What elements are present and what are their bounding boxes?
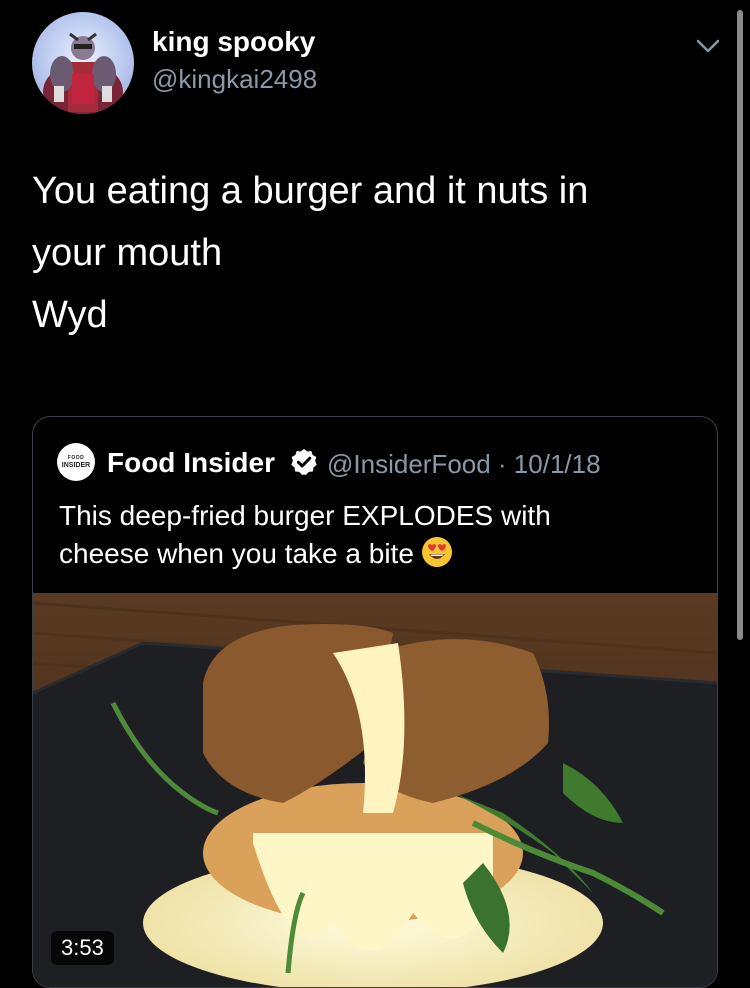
author-avatar[interactable] [32, 12, 134, 114]
tweet-text-line: Wyd [32, 294, 108, 336]
quoted-author-name[interactable]: Food Insider [107, 447, 275, 479]
logo-text-food: FOOD [67, 455, 85, 461]
tweet-text-line: You eating a burger and it nuts in [32, 170, 589, 212]
author-handle[interactable]: @kingkai2498 [152, 64, 317, 95]
tweet-text: You eating a burger and it nuts in your … [32, 160, 692, 346]
food-insider-logo[interactable]: FOOD INSIDER [57, 443, 95, 481]
quoted-text-line: This deep-fried burger EXPLODES with [59, 500, 551, 531]
quoted-handle-date[interactable]: @InsiderFood · 10/1/18 [327, 449, 601, 480]
verified-badge-icon [291, 448, 317, 475]
scrollbar[interactable] [737, 10, 743, 640]
author-name[interactable]: king spooky [152, 26, 315, 58]
logo-text-insider: INSIDER [61, 462, 91, 469]
tweet-text-line: your mouth [32, 232, 223, 274]
quoted-tweet-card[interactable]: FOOD INSIDER Food Insider @InsiderFood ·… [32, 416, 718, 988]
video-thumbnail[interactable]: 3:53 [33, 593, 717, 987]
heart-eyes-emoji-icon [421, 537, 452, 567]
chevron-down-icon[interactable] [695, 36, 721, 56]
quoted-tweet-text: This deep-fried burger EXPLODES with che… [59, 497, 679, 573]
quoted-text-line: cheese when you take a bite [59, 535, 679, 573]
